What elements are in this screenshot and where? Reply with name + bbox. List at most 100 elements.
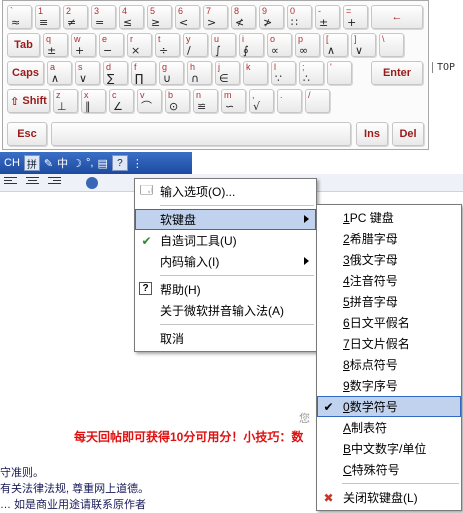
- menu-item-label: 关于微软拼音输入法(A): [160, 304, 284, 318]
- keyboard-key[interactable]: q ±: [43, 33, 68, 57]
- keyboard-key[interactable]: a ∧: [47, 61, 72, 85]
- space-key[interactable]: [51, 122, 351, 146]
- menu-item[interactable]: ? 帮助(H): [135, 279, 316, 300]
- keyboard-key[interactable]: ': [327, 61, 352, 85]
- info-icon[interactable]: [86, 177, 98, 189]
- punctuation-icon[interactable]: °,: [86, 155, 93, 171]
- keyboard-key[interactable]: x ∥: [81, 89, 106, 113]
- menu-item-label: 希腊字母: [349, 232, 398, 246]
- chinese-mode-indicator[interactable]: 中: [57, 155, 68, 171]
- esc-key[interactable]: Esc: [7, 122, 47, 146]
- keyboard-key[interactable]: f ∏: [131, 61, 156, 85]
- menu-item[interactable]: 4 注音符号: [317, 270, 461, 291]
- keyboard-key[interactable]: 3 =: [91, 5, 116, 29]
- keyboard-key[interactable]: l ∵: [271, 61, 296, 85]
- keyboard-key[interactable]: e −: [99, 33, 124, 57]
- keyboard-key[interactable]: c ∠: [109, 89, 134, 113]
- menu-item[interactable]: 软键盘: [135, 209, 316, 230]
- keyboard-key[interactable]: 1 ≡: [35, 5, 60, 29]
- keyboard-key[interactable]: r ×: [127, 33, 152, 57]
- menu-item[interactable]: 🗔 输入选项(O)...: [135, 181, 316, 202]
- keyboard-key[interactable]: h ∩: [187, 61, 212, 85]
- keyboard-key[interactable]: [∧: [323, 33, 348, 57]
- ime-icon[interactable]: 拼: [23, 155, 40, 171]
- keyboard-key[interactable]: p ∞: [295, 33, 320, 57]
- keyboard-key[interactable]: 9 ≯: [259, 5, 284, 29]
- keyboard-key[interactable]: m ∽: [221, 89, 246, 113]
- keyboard-key[interactable]: 8 ≮: [231, 5, 256, 29]
- menu-item[interactable]: 关于微软拼音输入法(A): [135, 300, 316, 321]
- keyboard-key[interactable]: w +: [71, 33, 96, 57]
- keyboard-key[interactable]: 7 >: [203, 5, 228, 29]
- keyboard-key[interactable]: g ∪: [159, 61, 184, 85]
- options-chevron-icon[interactable]: ⋮: [132, 155, 143, 171]
- menu-item[interactable]: 2 希腊字母: [317, 228, 461, 249]
- keyboard-key[interactable]: j ∈: [215, 61, 240, 85]
- keyboard-key[interactable]: .: [277, 89, 302, 113]
- keyboard-key[interactable]: = +: [343, 5, 368, 29]
- menu-item[interactable]: 8 标点符号: [317, 354, 461, 375]
- keyboard-key[interactable]: 2 ≠: [63, 5, 88, 29]
- keyboard-key[interactable]: i ∮: [239, 33, 264, 57]
- keyboard-key[interactable]: n ≌: [193, 89, 218, 113]
- keyboard-key[interactable]: o ∝: [267, 33, 292, 57]
- align-left-icon[interactable]: [4, 177, 17, 188]
- menu-item[interactable]: 取消: [135, 328, 316, 349]
- align-center-icon[interactable]: [26, 177, 39, 188]
- language-indicator[interactable]: CH: [4, 155, 20, 171]
- keyboard-key[interactable]: 5 ≥: [147, 5, 172, 29]
- handwriting-icon[interactable]: ✎: [44, 155, 53, 171]
- keyboard-key[interactable]: z ⊥: [53, 89, 78, 113]
- key-symbol: ∨: [79, 72, 88, 85]
- keyboard-key[interactable]: 4 ≤: [119, 5, 144, 29]
- keyboard-key[interactable]: 6 <: [175, 5, 200, 29]
- menu-accelerator: 5: [343, 294, 350, 309]
- keyboard-key[interactable]: \: [379, 33, 404, 57]
- backspace-key[interactable]: ←: [371, 5, 423, 29]
- menu-item[interactable]: B 中文数字/单位: [317, 438, 461, 459]
- menu-item[interactable]: 7 日文片假名: [317, 333, 461, 354]
- menu-item[interactable]: 3 俄文字母: [317, 249, 461, 270]
- help-icon[interactable]: ?: [111, 155, 128, 171]
- menu-item[interactable]: 内码输入(I): [135, 251, 316, 272]
- half-width-moon-icon[interactable]: ☽: [72, 155, 82, 171]
- menu-accelerator: 3: [343, 252, 350, 267]
- key-upper-label: z: [56, 90, 61, 100]
- keyboard-key[interactable]: , √: [249, 89, 274, 113]
- keyboard-key[interactable]: - ±: [315, 5, 340, 29]
- menu-item[interactable]: A 制表符: [317, 417, 461, 438]
- keyboard-key[interactable]: k: [243, 61, 268, 85]
- keyboard-key[interactable]: s ∨: [75, 61, 100, 85]
- ins-key[interactable]: Ins: [356, 122, 388, 146]
- menu-item[interactable]: 1 PC 键盘: [317, 207, 461, 228]
- menu-item-label: 数字序号: [349, 379, 398, 393]
- key-upper-label: i: [242, 34, 244, 44]
- keyboard-key[interactable]: d ∑: [103, 61, 128, 85]
- caps-key[interactable]: Caps: [7, 61, 44, 85]
- align-right-icon[interactable]: [48, 177, 61, 188]
- menu-item[interactable]: 9 数字序号: [317, 375, 461, 396]
- keyboard-key[interactable]: ` ≈: [7, 5, 32, 29]
- enter-key[interactable]: Enter: [371, 61, 423, 85]
- menu-item[interactable]: ✖ 关闭软键盘(L): [317, 487, 461, 508]
- menu-item[interactable]: ✔ 0 数学符号: [317, 396, 461, 417]
- keyboard-key[interactable]: ] ∨: [351, 33, 376, 57]
- keyboard-key[interactable]: u ∫: [211, 33, 236, 57]
- menu-item[interactable]: 6 日文平假名: [317, 312, 461, 333]
- del-key[interactable]: Del: [392, 122, 424, 146]
- key-upper-label: 8: [234, 6, 240, 16]
- keyboard-key[interactable]: /: [305, 89, 330, 113]
- keyboard-key[interactable]: y /: [183, 33, 208, 57]
- keyboard-key[interactable]: ; ∴: [299, 61, 324, 85]
- shift-key[interactable]: ⇧ Shift: [7, 89, 50, 113]
- menu-item[interactable]: C 特殊符号: [317, 459, 461, 480]
- keyboard-key[interactable]: b ⊙: [165, 89, 190, 113]
- soft-keyboard-icon[interactable]: ▤: [97, 155, 107, 171]
- key-symbol: ∝: [271, 44, 279, 57]
- menu-item[interactable]: 5 拼音字母: [317, 291, 461, 312]
- keyboard-key[interactable]: t ÷: [155, 33, 180, 57]
- keyboard-key[interactable]: v ⌒: [137, 89, 162, 113]
- tab-key[interactable]: Tab: [7, 33, 40, 57]
- keyboard-key[interactable]: 0 ∷: [287, 5, 312, 29]
- menu-item[interactable]: ✔ 自造词工具(U): [135, 230, 316, 251]
